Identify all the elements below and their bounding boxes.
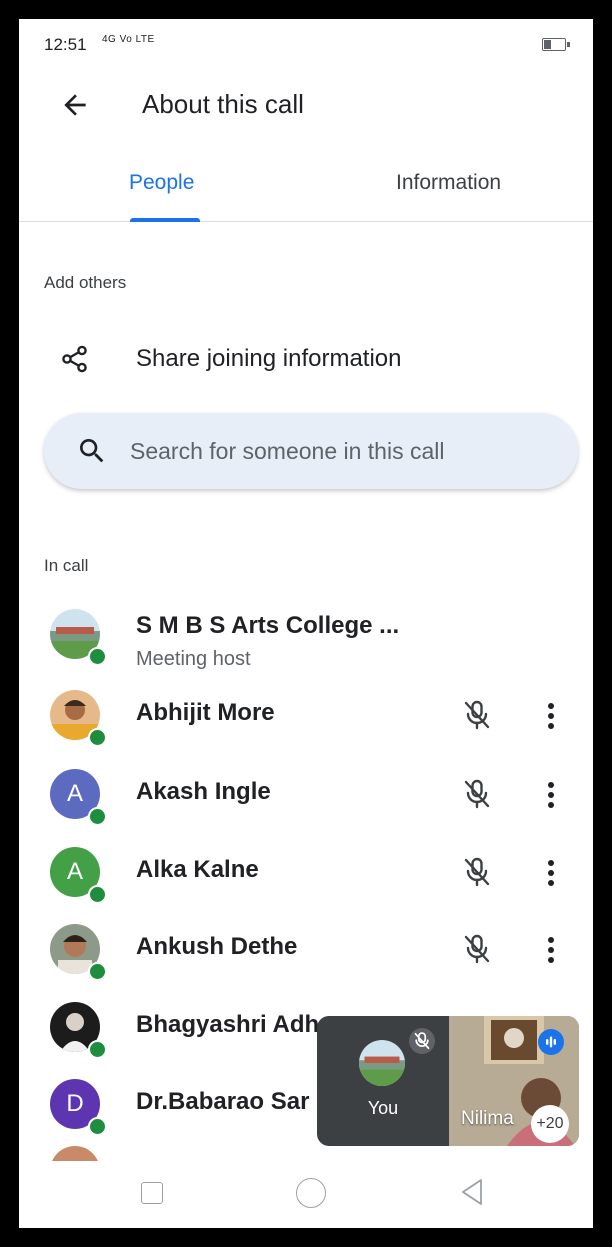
online-indicator: [88, 647, 107, 666]
more-options-icon[interactable]: [539, 698, 563, 734]
more-options-icon[interactable]: [539, 777, 563, 813]
mic-off-icon: [459, 776, 495, 812]
triangle-back-icon[interactable]: [457, 1176, 487, 1208]
in-call-label: In call: [44, 556, 89, 575]
participant-name: Ankush Dethe: [136, 933, 298, 960]
participant-name: Alka Kalne: [136, 856, 259, 883]
more-options-icon[interactable]: [539, 855, 563, 891]
add-others-label: Add others: [44, 273, 127, 292]
online-indicator: [88, 962, 107, 981]
tab-information[interactable]: Information: [396, 171, 501, 195]
online-indicator: [88, 807, 107, 826]
mic-off-icon: [459, 697, 495, 733]
system-nav-bar: [19, 1161, 593, 1228]
mic-off-icon: [459, 931, 495, 967]
page-title: About this call: [142, 89, 304, 119]
more-options-icon[interactable]: [539, 932, 563, 968]
status-bar: 12:51 4G Vo LTE: [19, 19, 593, 75]
square-icon[interactable]: [141, 1182, 163, 1204]
mic-off-icon: [459, 854, 495, 890]
online-indicator: [88, 728, 107, 747]
online-indicator: [88, 885, 107, 904]
status-time: 12:51: [44, 35, 87, 54]
battery-level: [544, 40, 551, 49]
search-input[interactable]: [130, 434, 550, 468]
avatar: [359, 1040, 405, 1086]
self-tile: You: [317, 1016, 449, 1146]
online-indicator: [88, 1040, 107, 1059]
more-participants-badge: +20: [531, 1105, 569, 1143]
tab-people[interactable]: People: [129, 171, 194, 195]
participant-row[interactable]: Abhijit More: [19, 685, 593, 749]
phone-screen: 12:51 4G Vo LTE About this call People I…: [19, 19, 593, 1228]
participant-name: Dr.Babarao Sar: [136, 1088, 310, 1115]
online-indicator: [88, 1117, 107, 1136]
share-icon: [59, 343, 91, 375]
circle-icon[interactable]: [296, 1178, 326, 1208]
speaking-icon: [538, 1029, 564, 1055]
share-joining-info-label: Share joining information: [136, 345, 402, 372]
participant-name: Abhijit More: [136, 699, 275, 726]
participant-name: Akash Ingle: [136, 778, 271, 805]
participant-name: Bhagyashri Adh: [136, 1011, 320, 1038]
share-joining-info-button[interactable]: Share joining information: [19, 337, 593, 385]
participant-row-host[interactable]: S M B S Arts College ... Meeting host: [19, 604, 593, 670]
participant-name: S M B S Arts College ...: [136, 612, 400, 639]
search-icon: [76, 435, 108, 467]
participant-row[interactable]: A Akash Ingle: [19, 764, 593, 828]
picture-in-picture-call[interactable]: You Nilima +20: [317, 1016, 579, 1146]
mic-off-icon: [409, 1028, 435, 1054]
participant-role: Meeting host: [136, 648, 251, 670]
tab-indicator: [130, 218, 200, 222]
tab-bar: People Information: [19, 159, 593, 222]
participant-search-box[interactable]: [44, 413, 578, 489]
participant-row[interactable]: Ankush Dethe: [19, 919, 593, 983]
network-indicator: 4G Vo LTE: [102, 34, 155, 45]
participant-row[interactable]: A Alka Kalne: [19, 842, 593, 906]
speaker-name: Nilima: [461, 1108, 514, 1129]
arrow-back-icon[interactable]: [59, 89, 91, 121]
self-label: You: [367, 1098, 399, 1118]
battery-icon: [542, 38, 570, 51]
app-bar: About this call: [19, 77, 593, 133]
